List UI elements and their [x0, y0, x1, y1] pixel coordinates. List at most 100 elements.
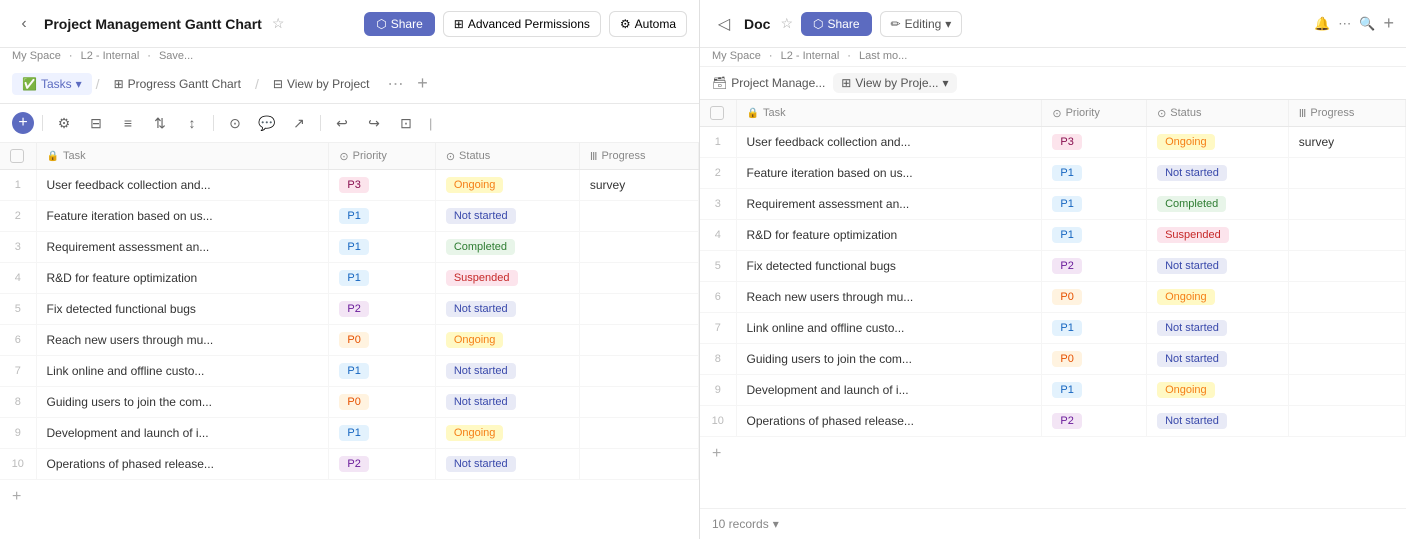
row-task[interactable]: Fix detected functional bugs: [36, 294, 329, 325]
row-task[interactable]: User feedback collection and...: [36, 170, 329, 201]
sort2-button[interactable]: ↕: [179, 110, 205, 136]
right-row-task[interactable]: Fix detected functional bugs: [736, 251, 1042, 282]
back-button[interactable]: ‹: [12, 12, 36, 36]
right-progress-icon: Ⅲ: [1299, 107, 1307, 120]
row-priority[interactable]: P1: [329, 418, 435, 449]
row-num: 8: [0, 387, 36, 418]
row-status[interactable]: Ongoing: [435, 325, 579, 356]
row-status[interactable]: Ongoing: [435, 170, 579, 201]
right-row-priority[interactable]: P1: [1042, 313, 1147, 344]
plus-icon[interactable]: +: [1383, 13, 1394, 34]
right-star-icon[interactable]: ☆: [780, 15, 793, 32]
right-row-task[interactable]: Operations of phased release...: [736, 406, 1042, 437]
right-row-priority[interactable]: P1: [1042, 158, 1147, 189]
more-icon[interactable]: ⋯: [1338, 16, 1351, 32]
sort-button[interactable]: ⇅: [147, 110, 173, 136]
row-status[interactable]: Completed: [435, 232, 579, 263]
settings-button[interactable]: ⚙: [51, 110, 77, 136]
right-row-status[interactable]: Not started: [1147, 406, 1289, 437]
right-row-task[interactable]: Guiding users to join the com...: [736, 344, 1042, 375]
tab-view-by-project[interactable]: ⊟ View by Project: [263, 73, 380, 95]
right-share-button[interactable]: ⬡ Share: [801, 12, 872, 36]
row-task[interactable]: Reach new users through mu...: [36, 325, 329, 356]
right-row-task[interactable]: Feature iteration based on us...: [736, 158, 1042, 189]
right-row-priority[interactable]: P0: [1042, 282, 1147, 313]
db-icon: 🗃: [712, 76, 727, 90]
header-checkbox[interactable]: [10, 149, 24, 163]
row-status[interactable]: Not started: [435, 356, 579, 387]
right-row-task[interactable]: Development and launch of i...: [736, 375, 1042, 406]
right-row-priority[interactable]: P1: [1042, 375, 1147, 406]
row-priority[interactable]: P0: [329, 387, 435, 418]
row-priority[interactable]: P1: [329, 232, 435, 263]
editing-button[interactable]: ✏ Editing ▾: [880, 11, 963, 37]
right-view-select[interactable]: ⊞ View by Proje... ▾: [833, 73, 956, 93]
row-status[interactable]: Not started: [435, 201, 579, 232]
right-row-status[interactable]: Ongoing: [1147, 375, 1289, 406]
row-status[interactable]: Not started: [435, 387, 579, 418]
row-task[interactable]: Feature iteration based on us...: [36, 201, 329, 232]
add-record-button[interactable]: +: [12, 112, 34, 134]
group-button[interactable]: ≡: [115, 110, 141, 136]
right-row-task[interactable]: Requirement assessment an...: [736, 189, 1042, 220]
collapse-button[interactable]: ◁: [712, 12, 736, 36]
right-row-priority[interactable]: P0: [1042, 344, 1147, 375]
right-row-status[interactable]: Not started: [1147, 251, 1289, 282]
tab-tasks[interactable]: ✅ Tasks ▾: [12, 73, 92, 95]
right-row-priority[interactable]: P2: [1042, 251, 1147, 282]
right-row-status[interactable]: Not started: [1147, 158, 1289, 189]
row-priority[interactable]: P2: [329, 449, 435, 480]
row-priority[interactable]: P2: [329, 294, 435, 325]
search-icon[interactable]: 🔍: [1359, 16, 1375, 32]
left-add-row[interactable]: +: [0, 480, 699, 514]
row-status[interactable]: Suspended: [435, 263, 579, 294]
right-row-status[interactable]: Not started: [1147, 344, 1289, 375]
right-row-priority[interactable]: P1: [1042, 220, 1147, 251]
right-project-tab[interactable]: 🗃 Project Manage...: [712, 76, 825, 90]
left-share-button[interactable]: ⬡ Share: [364, 12, 435, 36]
right-row-status[interactable]: Ongoing: [1147, 127, 1289, 158]
star-icon[interactable]: ☆: [272, 15, 285, 32]
row-task[interactable]: Link online and offline custo...: [36, 356, 329, 387]
advanced-permissions-button[interactable]: ⊞ Advanced Permissions: [443, 11, 601, 37]
right-row-task[interactable]: Link online and offline custo...: [736, 313, 1042, 344]
bell-icon[interactable]: 🔔: [1314, 16, 1330, 32]
row-priority[interactable]: P3: [329, 170, 435, 201]
row-status[interactable]: Ongoing: [435, 418, 579, 449]
right-row-status[interactable]: Not started: [1147, 313, 1289, 344]
row-task[interactable]: Operations of phased release...: [36, 449, 329, 480]
add-view-button[interactable]: +: [411, 73, 433, 95]
redo-button[interactable]: ↪: [361, 110, 387, 136]
right-row-status[interactable]: Suspended: [1147, 220, 1289, 251]
row-priority[interactable]: P1: [329, 201, 435, 232]
row-task[interactable]: Development and launch of i...: [36, 418, 329, 449]
row-status[interactable]: Not started: [435, 294, 579, 325]
history-button[interactable]: ⊙: [222, 110, 248, 136]
share2-button[interactable]: ↗: [286, 110, 312, 136]
right-panel-title: Doc: [744, 16, 770, 32]
row-task[interactable]: R&D for feature optimization: [36, 263, 329, 294]
automation-button[interactable]: ⚙ Automa: [609, 11, 687, 37]
row-task[interactable]: Requirement assessment an...: [36, 232, 329, 263]
right-header-checkbox[interactable]: [710, 106, 724, 120]
fullscreen-button[interactable]: ⊡: [393, 110, 419, 136]
filter-button[interactable]: ⊟: [83, 110, 109, 136]
row-priority[interactable]: P0: [329, 325, 435, 356]
right-row-priority[interactable]: P2: [1042, 406, 1147, 437]
row-priority[interactable]: P1: [329, 263, 435, 294]
right-row-task[interactable]: Reach new users through mu...: [736, 282, 1042, 313]
undo-button[interactable]: ↩: [329, 110, 355, 136]
tab-progress-gantt[interactable]: ⊞ Progress Gantt Chart: [104, 73, 251, 95]
row-task[interactable]: Guiding users to join the com...: [36, 387, 329, 418]
right-row-priority[interactable]: P1: [1042, 189, 1147, 220]
comment-button[interactable]: 💬: [254, 110, 280, 136]
right-row-task[interactable]: User feedback collection and...: [736, 127, 1042, 158]
row-status[interactable]: Not started: [435, 449, 579, 480]
right-add-row[interactable]: +: [700, 437, 1406, 471]
right-row-status[interactable]: Ongoing: [1147, 282, 1289, 313]
more-options-icon[interactable]: ⋯: [387, 74, 403, 94]
right-row-status[interactable]: Completed: [1147, 189, 1289, 220]
row-priority[interactable]: P1: [329, 356, 435, 387]
right-row-task[interactable]: R&D for feature optimization: [736, 220, 1042, 251]
right-row-priority[interactable]: P3: [1042, 127, 1147, 158]
